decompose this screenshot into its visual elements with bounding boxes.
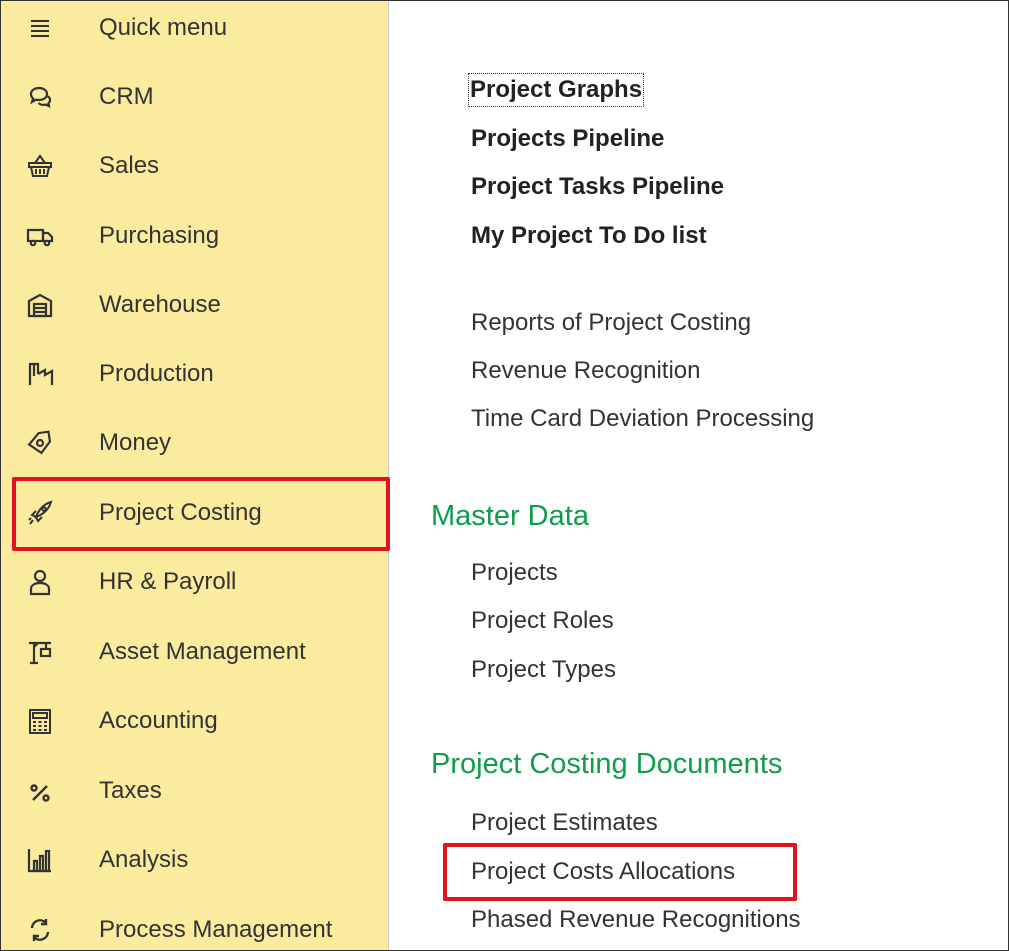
bar-chart-icon bbox=[25, 845, 55, 875]
sidebar-item-label: Asset Management bbox=[99, 638, 306, 665]
sidebar-item-project-costing[interactable]: Project Costing bbox=[1, 483, 388, 543]
sidebar-item-process-management[interactable]: Process Management bbox=[1, 900, 388, 950]
sidebar-item-purchasing[interactable]: Purchasing bbox=[1, 206, 388, 266]
sidebar-item-analysis[interactable]: Analysis bbox=[1, 830, 388, 890]
link-project-graphs[interactable]: Project Graphs bbox=[467, 73, 645, 107]
link-phased-revenue-recognitions[interactable]: Phased Revenue Recognitions bbox=[471, 905, 801, 935]
sidebar-item-label: Taxes bbox=[99, 777, 162, 804]
link-my-project-to-do-list[interactable]: My Project To Do list bbox=[471, 221, 707, 251]
truck-icon bbox=[25, 221, 55, 251]
sidebar-item-label: Warehouse bbox=[99, 291, 221, 318]
sidebar-item-accounting[interactable]: Accounting bbox=[1, 691, 388, 751]
rocket-icon bbox=[25, 498, 55, 528]
menu-icon bbox=[25, 13, 55, 43]
link-project-estimates[interactable]: Project Estimates bbox=[471, 808, 658, 838]
sidebar-item-sales[interactable]: Sales bbox=[1, 136, 388, 196]
sidebar-item-label: Process Management bbox=[99, 916, 333, 943]
sidebar-item-label: Project Costing bbox=[99, 499, 262, 526]
basket-icon bbox=[25, 151, 55, 181]
sidebar-item-taxes[interactable]: Taxes bbox=[1, 761, 388, 821]
sidebar-item-warehouse[interactable]: Warehouse bbox=[1, 275, 388, 335]
link-revenue-recognition[interactable]: Revenue Recognition bbox=[471, 356, 701, 386]
sidebar-item-label: CRM bbox=[99, 83, 154, 110]
chat-bubble-icon bbox=[25, 82, 55, 112]
person-icon bbox=[25, 567, 55, 597]
factory-icon bbox=[25, 359, 55, 389]
sidebar-item-label: Quick menu bbox=[99, 14, 228, 41]
sidebar-item-label: Analysis bbox=[99, 846, 189, 873]
sidebar-item-label: Money bbox=[99, 429, 172, 456]
link-project-costs-allocations[interactable]: Project Costs Allocations bbox=[471, 857, 735, 887]
sidebar-item-crm[interactable]: CRM bbox=[1, 67, 388, 127]
section-title-master-data: Master Data bbox=[431, 500, 589, 532]
section-title-project-costing-documents: Project Costing Documents bbox=[431, 748, 783, 780]
sidebar-item-hr-payroll[interactable]: HR & Payroll bbox=[1, 552, 388, 612]
app-frame: Quick menu CRM Sales Purchasing Warehous bbox=[0, 0, 1009, 951]
crane-icon bbox=[25, 637, 55, 667]
sidebar-item-label: HR & Payroll bbox=[99, 568, 237, 595]
link-project-types[interactable]: Project Types bbox=[471, 655, 616, 685]
warehouse-icon bbox=[25, 290, 55, 320]
link-projects[interactable]: Projects bbox=[471, 558, 558, 588]
sidebar-item-money[interactable]: Money bbox=[1, 413, 388, 473]
link-project-roles[interactable]: Project Roles bbox=[471, 606, 614, 636]
sidebar-item-label: Accounting bbox=[99, 707, 218, 734]
link-projects-pipeline[interactable]: Projects Pipeline bbox=[471, 124, 664, 154]
sidebar-item-label: Sales bbox=[99, 152, 160, 179]
sidebar: Quick menu CRM Sales Purchasing Warehous bbox=[1, 1, 390, 950]
link-time-card-deviation-processing[interactable]: Time Card Deviation Processing bbox=[471, 404, 814, 434]
cycle-arrows-icon bbox=[25, 915, 55, 945]
link-reports-of-project-costing[interactable]: Reports of Project Costing bbox=[471, 308, 751, 338]
money-tag-icon bbox=[25, 428, 55, 458]
sidebar-item-label: Production bbox=[99, 360, 214, 387]
sidebar-item-label: Purchasing bbox=[99, 222, 220, 249]
calculator-icon bbox=[25, 706, 55, 736]
link-project-tasks-pipeline[interactable]: Project Tasks Pipeline bbox=[471, 172, 724, 202]
sidebar-item-quick-menu[interactable]: Quick menu bbox=[1, 1, 388, 58]
sidebar-item-production[interactable]: Production bbox=[1, 344, 388, 404]
sidebar-item-asset-management[interactable]: Asset Management bbox=[1, 622, 388, 682]
percent-icon bbox=[25, 776, 55, 806]
